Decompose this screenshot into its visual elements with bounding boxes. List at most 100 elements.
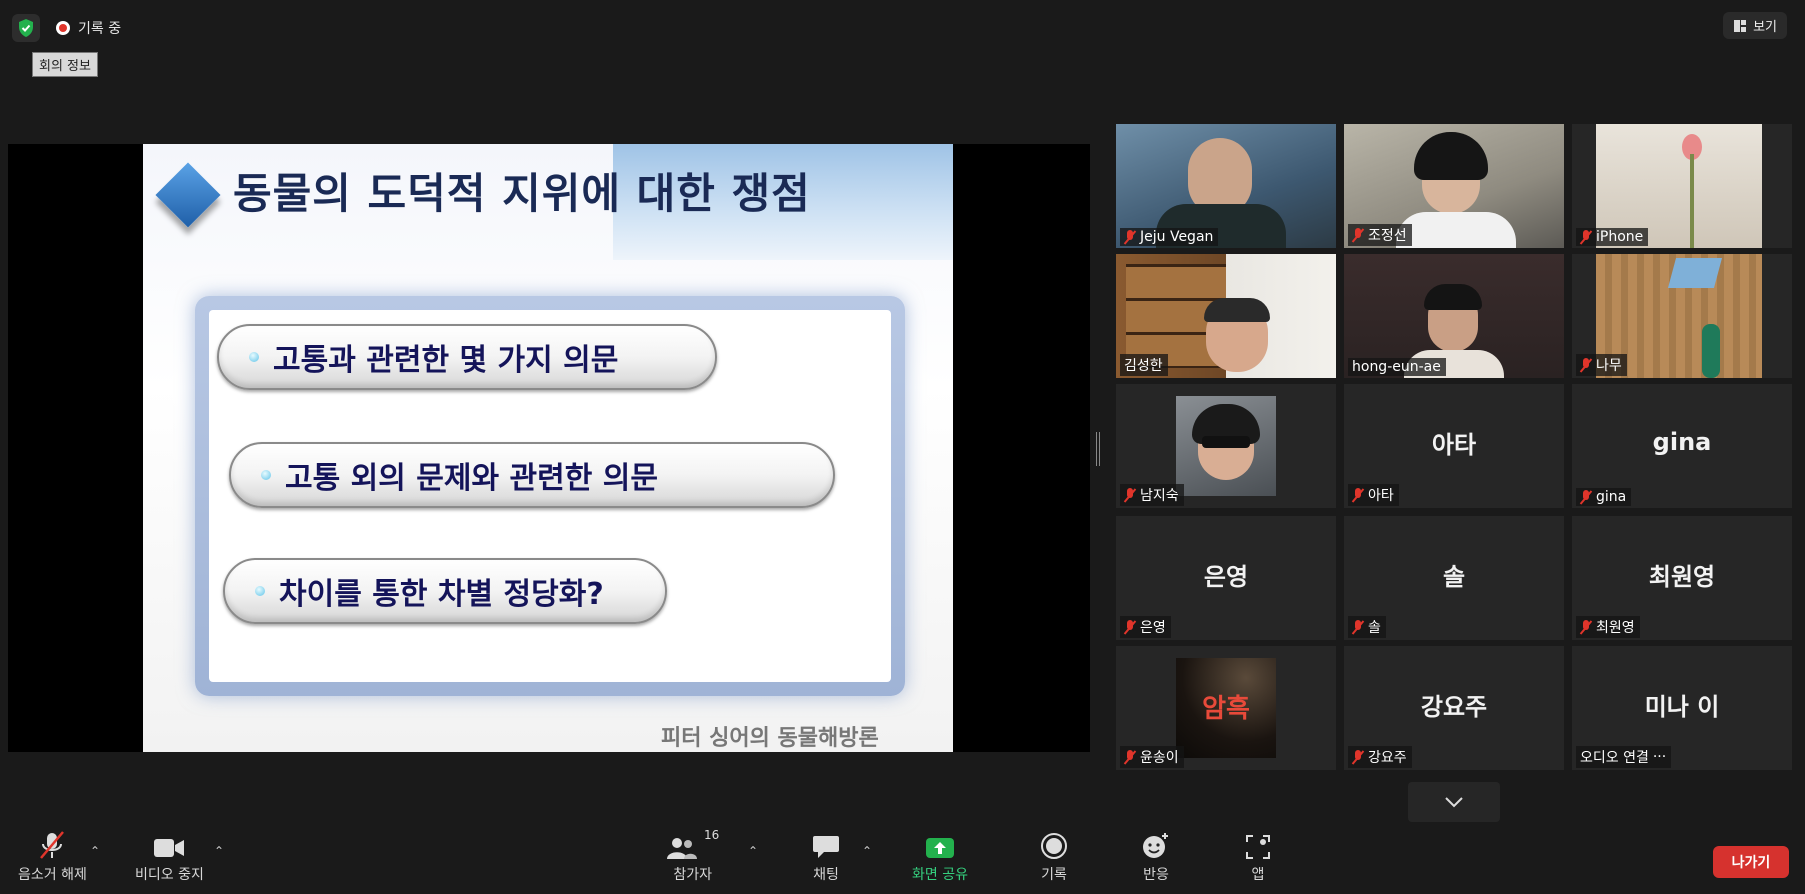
recording-icon	[56, 21, 70, 35]
participant-name: 아타	[1368, 488, 1394, 504]
bullet-icon	[249, 352, 259, 362]
stop-video-button[interactable]: 비디오 중지	[135, 826, 204, 884]
participant-tile[interactable]: 조정선	[1344, 124, 1564, 248]
participant-tile[interactable]: Jeju Vegan	[1116, 124, 1336, 248]
participant-tile[interactable]: hong-eun-ae	[1344, 254, 1564, 378]
participant-avatar-image	[1176, 396, 1276, 496]
person-shape	[1414, 132, 1488, 180]
view-button[interactable]: 보기	[1723, 12, 1787, 39]
top-bar: 기록 중 회의 정보 보기	[0, 0, 1805, 77]
participant-label: 강요주	[1348, 746, 1412, 768]
meeting-info-tooltip: 회의 정보	[32, 52, 98, 77]
stem-shape	[1690, 154, 1694, 248]
person-shape	[1424, 284, 1482, 310]
chat-options-chevron-icon[interactable]: ⌃	[862, 844, 872, 858]
apps-button[interactable]: 앱	[1245, 826, 1271, 884]
participant-label: 김성한	[1120, 354, 1168, 376]
shared-screen: 동물의 도덕적 지위에 대한 쟁점 고통과 관련한 몇 가지 의문 고통 외의 …	[8, 144, 1090, 752]
record-label: 기록	[1041, 867, 1067, 883]
participant-name: gina	[1596, 489, 1627, 505]
window-shape	[1667, 258, 1723, 288]
slide-diamond-icon	[155, 162, 221, 228]
unmute-label: 음소거 해제	[18, 867, 87, 883]
participant-label: 최원영	[1576, 616, 1640, 638]
participant-label: hong-eun-ae	[1348, 358, 1446, 376]
smiley-icon	[1141, 826, 1171, 860]
resize-handle[interactable]	[1096, 432, 1100, 466]
slide-panel: 고통과 관련한 몇 가지 의문 고통 외의 문제와 관련한 의문 차이를 통한 …	[195, 296, 905, 696]
participant-name: 조정선	[1368, 228, 1407, 244]
bullet-icon	[255, 586, 265, 596]
chat-button[interactable]: 채팅	[812, 826, 840, 884]
audio-options-chevron-icon[interactable]: ⌃	[90, 844, 100, 858]
mic-muted-icon	[37, 826, 67, 860]
leave-button[interactable]: 나가기	[1713, 846, 1789, 878]
participants-count: 16	[704, 828, 720, 842]
participant-label: 은영	[1120, 616, 1171, 638]
participant-label: 남지숙	[1120, 484, 1184, 506]
mic-muted-icon	[1580, 230, 1592, 244]
video-camera-icon	[153, 826, 185, 860]
participant-label: Jeju Vegan	[1120, 228, 1219, 246]
unmute-button[interactable]: 음소거 해제	[18, 826, 87, 884]
record-icon	[1040, 826, 1068, 860]
video-options-chevron-icon[interactable]: ⌃	[214, 844, 224, 858]
chat-bubble-icon	[812, 826, 840, 860]
zoom-meeting-window: 기록 중 회의 정보 보기 동물의 도덕적 지위에 대한 쟁점 고통과 관련한 …	[0, 0, 1805, 894]
mic-muted-icon	[1124, 488, 1136, 502]
participant-tile[interactable]: 미나 이 오디오 연결 ···	[1572, 646, 1792, 770]
participants-label: 참가자	[673, 867, 712, 883]
participant-tile[interactable]: 솔 솔	[1344, 516, 1564, 640]
participant-name: hong-eun-ae	[1352, 359, 1441, 375]
participant-tile[interactable]: gina gina	[1572, 384, 1792, 508]
more-options-icon[interactable]: ···	[1653, 749, 1666, 765]
share-screen-button[interactable]: 화면 공유	[912, 826, 968, 884]
share-screen-label: 화면 공유	[912, 867, 968, 883]
participant-tile[interactable]: 나무	[1572, 254, 1792, 378]
chevron-down-icon	[1445, 797, 1463, 808]
mic-muted-icon	[1352, 620, 1364, 634]
participant-tile[interactable]: 남지숙	[1116, 384, 1336, 508]
mic-muted-icon	[1580, 620, 1592, 634]
participant-tile[interactable]: 암흑 윤송이	[1116, 646, 1336, 770]
participant-name: Jeju Vegan	[1140, 229, 1214, 245]
gallery-scroll-down-button[interactable]	[1408, 782, 1500, 822]
record-button[interactable]: 기록	[1040, 826, 1068, 884]
mic-muted-icon	[1580, 358, 1592, 372]
mic-muted-icon	[1124, 620, 1136, 634]
security-shield-icon[interactable]	[12, 14, 40, 42]
participant-tile-active-speaker[interactable]: 김성한	[1116, 254, 1336, 378]
participant-name: 나무	[1596, 358, 1622, 374]
participant-tile[interactable]: 강요주 강요주	[1344, 646, 1564, 770]
view-label: 보기	[1753, 20, 1777, 35]
slide-item: 차이를 통한 차별 정당화?	[223, 558, 667, 624]
participant-tile[interactable]: 은영 은영	[1116, 516, 1336, 640]
slide-item: 고통 외의 문제와 관련한 의문	[229, 442, 835, 508]
recording-indicator[interactable]: 기록 중	[56, 18, 121, 38]
avatar-text: 암흑	[1202, 694, 1250, 724]
participant-avatar-image: 암흑	[1176, 658, 1276, 758]
participant-name: 은영	[1140, 620, 1166, 636]
bottom-toolbar: 음소거 해제 ⌃ 비디오 중지 ⌃ 16 참가자 ⌃ 채팅 ⌃ 화면 공유 기록…	[0, 826, 1805, 894]
participant-tile[interactable]: iPhone	[1572, 124, 1792, 248]
chat-label: 채팅	[813, 867, 839, 883]
participant-tile[interactable]: 최원영 최원영	[1572, 516, 1792, 640]
participants-options-chevron-icon[interactable]: ⌃	[748, 844, 758, 858]
recording-label: 기록 중	[78, 21, 122, 37]
person-shape	[1396, 212, 1516, 248]
apps-icon	[1245, 826, 1271, 860]
participant-name: 솔	[1368, 620, 1381, 636]
mic-muted-icon	[1124, 750, 1136, 764]
stop-video-label: 비디오 중지	[135, 867, 204, 883]
participant-name: 최원영	[1596, 620, 1635, 636]
participant-label: iPhone	[1576, 228, 1649, 246]
slide-footer: 피터 싱어의 동물해방론	[661, 726, 879, 751]
participants-button[interactable]: 16 참가자	[666, 826, 719, 884]
mic-muted-icon	[1580, 490, 1592, 504]
reactions-button[interactable]: 반응	[1141, 826, 1171, 884]
slide-item-text: 차이를 통한 차별 정당화?	[279, 577, 604, 612]
mic-muted-icon	[1124, 230, 1136, 244]
participant-label: 윤송이	[1120, 746, 1184, 768]
participant-tile[interactable]: 아타 아타	[1344, 384, 1564, 508]
person-shape	[1702, 324, 1720, 378]
